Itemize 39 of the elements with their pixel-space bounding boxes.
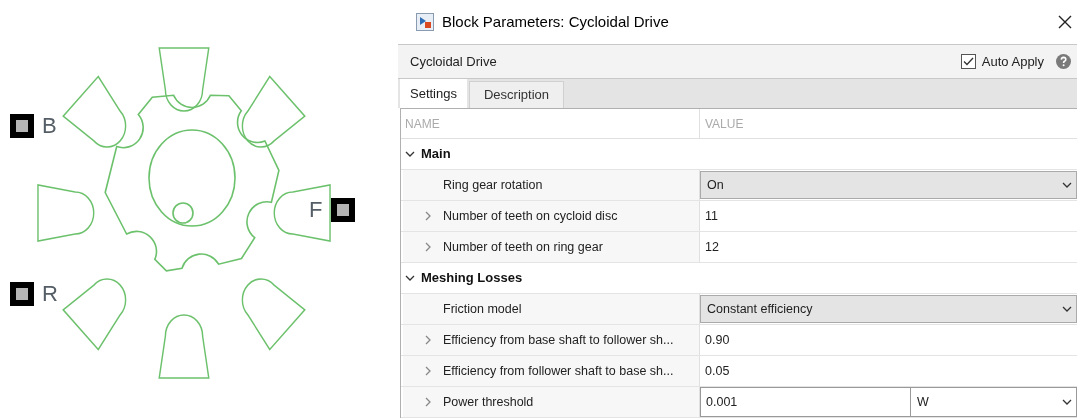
expand-chevron[interactable] — [423, 397, 433, 407]
port-label: R — [42, 283, 58, 305]
block-parameters-icon — [416, 12, 434, 31]
parameter-name: Number of teeth on ring gear — [443, 238, 603, 256]
port-label: B — [42, 115, 57, 137]
port-connector[interactable] — [331, 198, 356, 222]
close-icon[interactable] — [1057, 13, 1073, 30]
column-header: VALUE — [705, 115, 744, 133]
parameter-name: Efficiency from base shaft to follower sh... — [443, 331, 674, 349]
column-header: NAME — [405, 115, 440, 133]
expand-chevron[interactable] — [423, 211, 433, 221]
unit-dropdown[interactable]: W — [911, 387, 1077, 417]
collapse-chevron[interactable] — [405, 149, 415, 159]
parameter-name: Efficiency from follower shaft to base sh... — [443, 362, 674, 380]
block-name: Cycloidal Drive — [410, 52, 497, 71]
tab[interactable]: Description — [469, 81, 564, 108]
caret-icon — [1062, 397, 1072, 407]
caret-icon — [1062, 180, 1072, 190]
window-title: Block Parameters: Cycloidal Drive — [442, 11, 669, 32]
auto-apply-checkbox[interactable]: Auto Apply — [960, 51, 1044, 72]
parameter-name: Friction model — [443, 300, 522, 318]
dropdown[interactable]: Constant efficiency — [700, 295, 1077, 323]
expand-chevron[interactable] — [423, 366, 433, 376]
tab[interactable]: Settings — [400, 79, 467, 108]
parameter-name: Ring gear rotation — [443, 176, 543, 194]
section-header: Meshing Losses — [421, 269, 523, 288]
caret-icon — [1062, 304, 1072, 314]
help-icon[interactable] — [1056, 53, 1071, 69]
expand-chevron[interactable] — [423, 335, 433, 345]
parameter-name: Power threshold — [443, 393, 534, 411]
dropdown[interactable]: On — [700, 171, 1077, 199]
port-connector[interactable] — [10, 282, 34, 306]
input-field[interactable]: 0.001 — [700, 387, 911, 417]
expand-chevron[interactable] — [423, 242, 433, 252]
checkbox[interactable] — [960, 53, 976, 69]
collapse-chevron[interactable] — [405, 273, 415, 283]
parameter-name: Number of teeth on cycloid disc — [443, 207, 618, 225]
port-connector[interactable] — [10, 114, 34, 138]
section-header: Main — [421, 145, 451, 164]
